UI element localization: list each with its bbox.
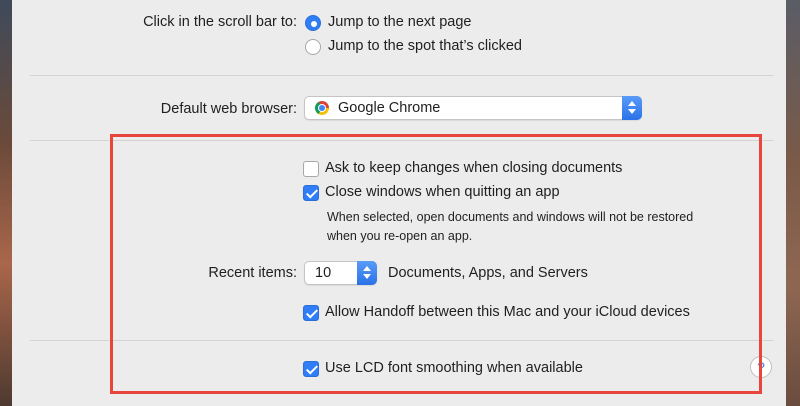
desktop-wallpaper-left bbox=[0, 0, 12, 406]
recent-items-popup[interactable]: 10 bbox=[304, 261, 377, 285]
scroll-bar-label: Click in the scroll bar to: bbox=[143, 14, 297, 30]
default-browser-label: Default web browser: bbox=[160, 101, 297, 117]
separator bbox=[30, 340, 774, 341]
checkbox-close-windows[interactable] bbox=[303, 185, 319, 201]
chrome-icon bbox=[315, 101, 329, 115]
checkbox-ask-keep-changes[interactable] bbox=[303, 161, 319, 177]
default-browser-popup[interactable]: Google Chrome bbox=[304, 96, 642, 120]
separator bbox=[30, 140, 774, 141]
general-preferences-pane: Click in the scroll bar to: Jump to the … bbox=[12, 0, 786, 406]
separator bbox=[30, 75, 774, 76]
checkbox-allow-handoff-label[interactable]: Allow Handoff between this Mac and your … bbox=[325, 304, 690, 320]
close-windows-note-line2: when you re-open an app. bbox=[327, 229, 473, 243]
recent-items-suffix: Documents, Apps, and Servers bbox=[388, 265, 588, 281]
recent-items-label: Recent items: bbox=[208, 265, 297, 281]
radio-jump-to-spot-label[interactable]: Jump to the spot that’s clicked bbox=[328, 38, 522, 54]
popup-arrows-icon bbox=[357, 261, 377, 285]
default-browser-value: Google Chrome bbox=[338, 100, 441, 116]
desktop-wallpaper-right bbox=[786, 0, 800, 406]
checkbox-lcd-font-smoothing-label[interactable]: Use LCD font smoothing when available bbox=[325, 360, 583, 376]
checkbox-allow-handoff[interactable] bbox=[303, 305, 319, 321]
checkbox-ask-keep-changes-label[interactable]: Ask to keep changes when closing documen… bbox=[325, 160, 622, 176]
radio-jump-to-spot[interactable] bbox=[305, 39, 321, 55]
recent-items-value: 10 bbox=[315, 265, 332, 281]
radio-jump-next-page[interactable] bbox=[305, 15, 321, 31]
checkbox-close-windows-label[interactable]: Close windows when quitting an app bbox=[325, 184, 560, 200]
close-windows-note-line1: When selected, open documents and window… bbox=[327, 210, 694, 224]
radio-jump-next-page-label[interactable]: Jump to the next page bbox=[328, 14, 472, 30]
popup-arrows-icon bbox=[622, 96, 642, 120]
help-button[interactable]: ? bbox=[750, 356, 772, 378]
checkbox-lcd-font-smoothing[interactable] bbox=[303, 361, 319, 377]
